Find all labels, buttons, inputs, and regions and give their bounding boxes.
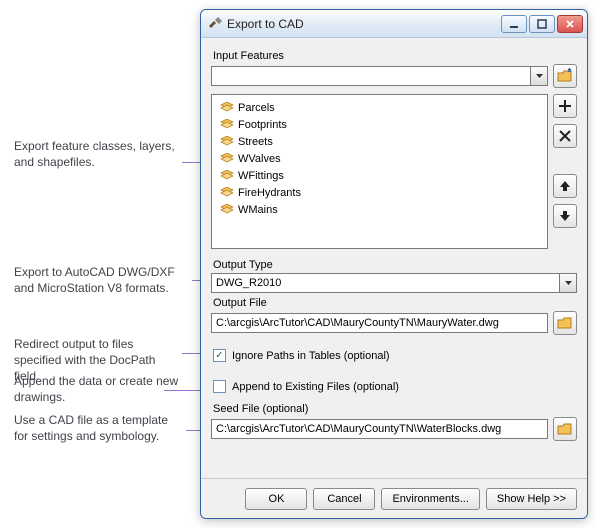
- move-down-button[interactable]: [553, 204, 577, 228]
- append-existing-label: Append to Existing Files (optional): [232, 381, 399, 393]
- ignore-paths-checkbox[interactable]: [213, 349, 226, 362]
- plus-icon: [558, 99, 572, 113]
- window-title: Export to CAD: [227, 17, 501, 31]
- append-existing-checkbox[interactable]: [213, 380, 226, 393]
- ignore-paths-label: Ignore Paths in Tables (optional): [232, 350, 390, 362]
- folder-open-icon: [557, 315, 573, 331]
- list-item[interactable]: WMains: [216, 201, 543, 218]
- layer-icon: [220, 187, 234, 198]
- list-item-label: WValves: [238, 153, 281, 165]
- folder-open-icon: [557, 421, 573, 437]
- annotation-export-features: Export feature classes, layers, and shap…: [14, 138, 184, 170]
- cancel-button[interactable]: Cancel: [313, 488, 375, 510]
- list-item[interactable]: FireHydrants: [216, 184, 543, 201]
- list-item[interactable]: Footprints: [216, 116, 543, 133]
- browse-seed-button[interactable]: [553, 417, 577, 441]
- arrow-down-icon: [558, 209, 572, 223]
- x-icon: [558, 129, 572, 143]
- arrow-up-icon: [558, 179, 572, 193]
- list-item[interactable]: Streets: [216, 133, 543, 150]
- output-file-input[interactable]: C:\arcgis\ArcTutor\CAD\MauryCountyTN\Mau…: [211, 313, 548, 333]
- annotation-seed-file: Use a CAD file as a template for setting…: [14, 412, 184, 444]
- browse-output-button[interactable]: [553, 311, 577, 335]
- list-item[interactable]: Parcels: [216, 99, 543, 116]
- show-help-button[interactable]: Show Help >>: [486, 488, 577, 510]
- add-button[interactable]: [553, 94, 577, 118]
- move-up-button[interactable]: [553, 174, 577, 198]
- output-file-label: Output File: [213, 297, 577, 309]
- environments-button[interactable]: Environments...: [381, 488, 479, 510]
- input-features-label: Input Features: [213, 50, 577, 62]
- remove-button[interactable]: [553, 124, 577, 148]
- list-item-label: WMains: [238, 204, 278, 216]
- folder-open-icon: [557, 68, 573, 84]
- layer-icon: [220, 170, 234, 181]
- list-item-label: Footprints: [238, 119, 287, 131]
- close-button[interactable]: [557, 15, 583, 33]
- annotation-append: Append the data or create new drawings.: [14, 373, 184, 405]
- annotation-output-type: Export to AutoCAD DWG/DXF and MicroStati…: [14, 264, 184, 296]
- export-to-cad-dialog: Export to CAD Input Features Parcels Foot…: [200, 9, 588, 519]
- layer-icon: [220, 136, 234, 147]
- layer-icon: [220, 102, 234, 113]
- dialog-body: Input Features Parcels Footprints Streets W…: [201, 38, 587, 478]
- input-features-list[interactable]: Parcels Footprints Streets WValves WFittings…: [211, 94, 548, 249]
- layer-icon: [220, 204, 234, 215]
- chevron-down-icon: [530, 67, 547, 85]
- maximize-button[interactable]: [529, 15, 555, 33]
- list-item[interactable]: WFittings: [216, 167, 543, 184]
- list-item-label: FireHydrants: [238, 187, 301, 199]
- seed-file-input[interactable]: C:\arcgis\ArcTutor\CAD\MauryCountyTN\Wat…: [211, 419, 548, 439]
- dialog-footer: OK Cancel Environments... Show Help >>: [201, 478, 587, 518]
- output-type-value: DWG_R2010: [212, 274, 559, 292]
- ok-button[interactable]: OK: [245, 488, 307, 510]
- output-type-label: Output Type: [213, 259, 577, 271]
- minimize-button[interactable]: [501, 15, 527, 33]
- input-features-combo[interactable]: [211, 66, 548, 86]
- seed-file-label: Seed File (optional): [213, 403, 577, 415]
- list-item-label: WFittings: [238, 170, 284, 182]
- browse-input-button[interactable]: [553, 64, 577, 88]
- titlebar: Export to CAD: [201, 10, 587, 38]
- layer-icon: [220, 119, 234, 130]
- list-item-label: Parcels: [238, 102, 275, 114]
- window-buttons: [501, 15, 583, 33]
- list-item-label: Streets: [238, 136, 273, 148]
- chevron-down-icon: [559, 274, 576, 292]
- output-type-combo[interactable]: DWG_R2010: [211, 273, 577, 293]
- list-item[interactable]: WValves: [216, 150, 543, 167]
- layer-icon: [220, 153, 234, 164]
- tool-icon: [207, 16, 223, 32]
